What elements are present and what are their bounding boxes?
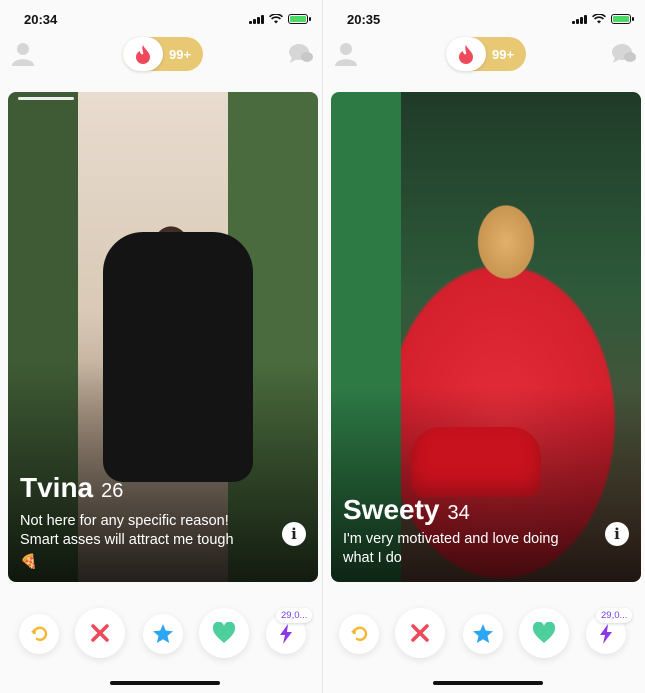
rewind-button[interactable]	[19, 614, 59, 654]
top-nav: 99+	[0, 36, 322, 72]
action-bar: 29,0...	[0, 608, 322, 660]
pizza-emoji: 🍕	[20, 553, 38, 569]
profile-name: Sweety	[343, 494, 440, 525]
profile-card[interactable]: Sweety 34 I'm very motivated and love do…	[331, 92, 641, 582]
signal-icon	[572, 14, 587, 24]
close-icon	[411, 624, 429, 642]
flame-icon	[446, 37, 486, 71]
status-time: 20:35	[347, 12, 381, 27]
close-icon	[91, 624, 109, 642]
profile-photo	[411, 427, 541, 497]
boost-count-badge: 29,0...	[276, 608, 313, 623]
profile-bio: Not here for any specific reason! Smart …	[20, 513, 234, 548]
status-time: 20:34	[24, 12, 58, 27]
info-icon[interactable]: i	[605, 522, 629, 546]
card-name-row: Sweety 34	[343, 494, 470, 526]
lightning-icon	[600, 624, 612, 644]
status-bar: 20:34	[0, 10, 322, 30]
action-bar: 29,0...	[323, 608, 645, 660]
super-like-button[interactable]	[463, 614, 503, 654]
profile-age: 26	[101, 480, 124, 502]
gold-likes-button[interactable]: 99+	[446, 37, 526, 71]
chat-icon[interactable]	[288, 42, 314, 66]
chat-icon[interactable]	[611, 42, 637, 66]
signal-icon	[249, 14, 264, 24]
battery-icon	[611, 14, 634, 24]
gold-likes-count: 99+	[492, 47, 515, 62]
photo-progress-indicator	[18, 97, 74, 100]
wifi-icon	[269, 14, 283, 24]
status-bar: 20:35	[323, 10, 645, 30]
wifi-icon	[592, 14, 606, 24]
star-icon	[153, 624, 173, 643]
like-button[interactable]	[519, 608, 569, 658]
like-button[interactable]	[199, 608, 249, 658]
phone-screen-left: 20:34 99+ Tvina 26 Not here for any spec…	[0, 0, 322, 693]
profile-name: Tvina	[20, 472, 94, 503]
gold-likes-count: 99+	[169, 47, 192, 62]
profile-icon[interactable]	[12, 42, 34, 66]
nope-button[interactable]	[75, 608, 125, 658]
star-icon	[473, 624, 493, 643]
info-icon[interactable]: i	[282, 522, 306, 546]
status-icons	[572, 14, 634, 24]
home-indicator	[433, 681, 543, 685]
rewind-icon	[351, 626, 368, 641]
rewind-icon	[31, 626, 48, 641]
super-like-button[interactable]	[143, 614, 183, 654]
flame-icon	[123, 37, 163, 71]
gold-likes-button[interactable]: 99+	[123, 37, 203, 71]
boost-count-badge: 29,0...	[596, 608, 633, 623]
profile-age: 34	[447, 502, 470, 524]
lightning-icon	[280, 624, 292, 644]
home-indicator	[110, 681, 220, 685]
heart-icon	[532, 622, 556, 643]
top-nav: 99+	[323, 36, 645, 72]
profile-card[interactable]: Tvina 26 Not here for any specific reaso…	[8, 92, 318, 582]
status-icons	[249, 14, 311, 24]
boost-button[interactable]: 29,0...	[266, 608, 313, 654]
boost-button[interactable]: 29,0...	[586, 608, 633, 654]
card-name-row: Tvina 26	[20, 472, 123, 504]
battery-icon	[288, 14, 311, 24]
heart-icon	[212, 622, 236, 643]
phone-screen-right: 20:35 99+ Sweety 34 I'm very motivated a…	[323, 0, 645, 693]
nope-button[interactable]	[395, 608, 445, 658]
profile-photo	[103, 232, 253, 482]
rewind-button[interactable]	[339, 614, 379, 654]
profile-icon[interactable]	[335, 42, 357, 66]
profile-bio: I'm very motivated and love doing what I…	[343, 531, 559, 566]
